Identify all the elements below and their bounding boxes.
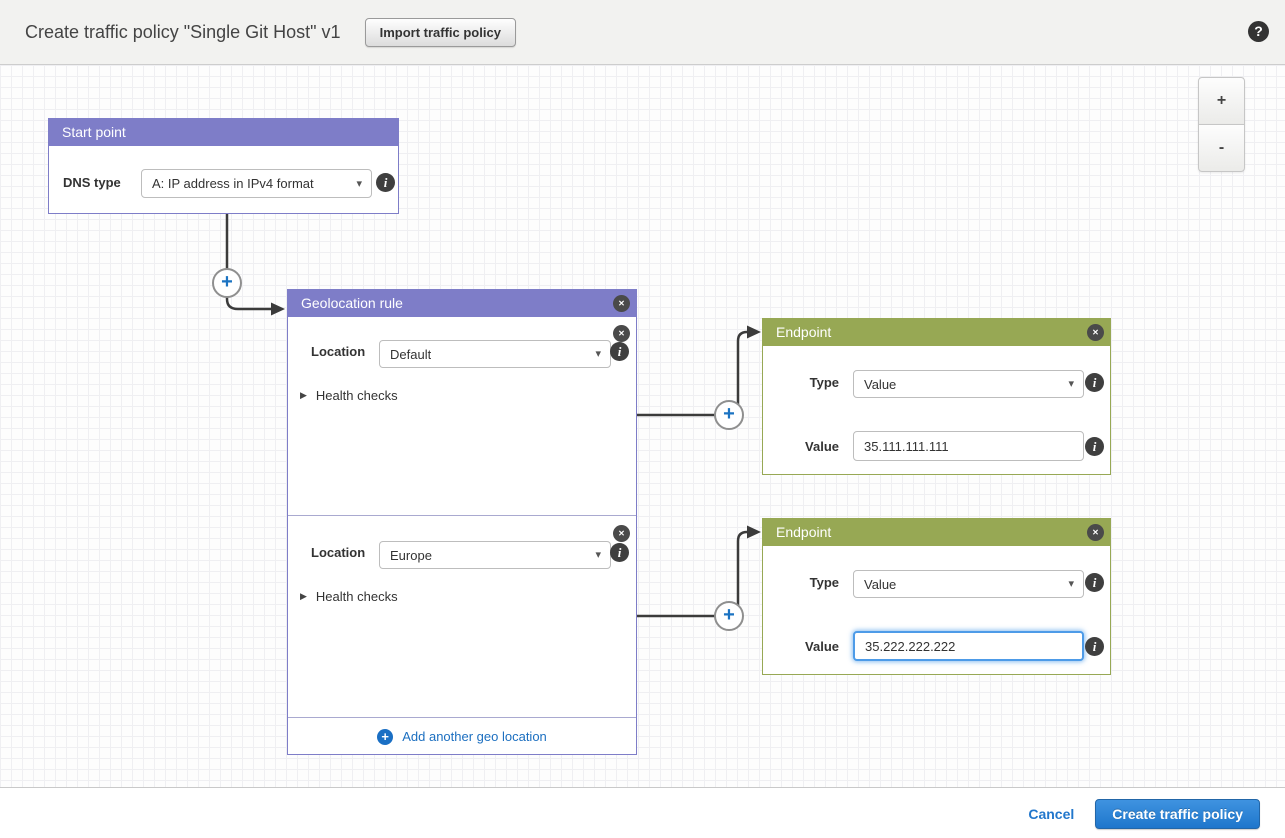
plus-icon: + (221, 272, 233, 292)
add-endpoint-connector-button-1[interactable]: + (714, 400, 744, 430)
dns-type-label: DNS type (63, 175, 121, 190)
plus-circle-icon: + (377, 729, 393, 745)
traffic-policy-editor: Create traffic policy "Single Git Host" … (0, 0, 1285, 838)
cancel-link[interactable]: Cancel (1028, 806, 1074, 822)
plus-icon: + (723, 605, 735, 625)
endpoint-value-label: Value (783, 439, 839, 454)
chevron-down-icon: ▾ (1068, 377, 1074, 390)
create-traffic-policy-button[interactable]: Create traffic policy (1095, 799, 1260, 829)
endpoint-type-value: Value (864, 377, 896, 392)
dns-type-select[interactable]: A: IP address in IPv4 format ▾ (141, 169, 372, 198)
endpoint-value-input-focused[interactable] (853, 631, 1084, 661)
endpoint-value-label: Value (783, 639, 839, 654)
dns-type-value: A: IP address in IPv4 format (152, 176, 314, 191)
plus-icon: + (723, 404, 735, 424)
bottom-action-bar: Cancel Create traffic policy (0, 789, 1285, 838)
close-icon[interactable]: ✕ (1087, 524, 1104, 541)
chevron-down-icon: ▾ (595, 347, 601, 360)
endpoint-header: Endpoint ✕ (763, 519, 1110, 546)
geo-section-europe: ✕ Location Europe ▾ i ▶ Health checks (288, 515, 636, 717)
zoom-in-button[interactable]: + (1198, 77, 1245, 125)
start-point-header: Start point (49, 119, 398, 146)
chevron-down-icon: ▾ (356, 176, 362, 189)
health-checks-label: Health checks (316, 589, 398, 604)
endpoint-title: Endpoint (776, 524, 831, 540)
endpoint-type-label: Type (783, 375, 839, 390)
endpoint-value-info-icon[interactable]: i (1085, 437, 1104, 456)
location-select-europe[interactable]: Europe ▾ (379, 541, 611, 569)
triangle-right-icon: ▶ (300, 390, 307, 401)
endpoint-node-2: Endpoint ✕ Type Value ▾ i Value i (762, 518, 1111, 675)
location-value: Europe (390, 548, 432, 563)
endpoint-header: Endpoint ✕ (763, 319, 1110, 346)
add-geo-location-button[interactable]: + Add another geo location (288, 717, 636, 755)
location-value: Default (390, 347, 431, 362)
location-info-icon[interactable]: i (610, 543, 629, 562)
zoom-out-button[interactable]: - (1198, 124, 1245, 172)
endpoint-type-select[interactable]: Value ▾ (853, 570, 1084, 598)
geolocation-rule-header: Geolocation rule ✕ (288, 290, 636, 317)
geo-section-default: ✕ Location Default ▾ i ▶ Health checks (288, 317, 636, 515)
health-checks-toggle[interactable]: ▶ Health checks (300, 589, 398, 604)
health-checks-toggle[interactable]: ▶ Health checks (300, 388, 398, 403)
top-bar: Create traffic policy "Single Git Host" … (0, 0, 1285, 65)
start-point-node: Start point DNS type A: IP address in IP… (48, 118, 399, 214)
canvas-zoom-controls: + - (1198, 77, 1245, 172)
add-geo-location-label: Add another geo location (402, 729, 547, 744)
close-icon[interactable]: ✕ (613, 325, 630, 342)
location-info-icon[interactable]: i (610, 342, 629, 361)
endpoint-type-select[interactable]: Value ▾ (853, 370, 1084, 398)
endpoint-value-info-icon[interactable]: i (1085, 637, 1104, 656)
endpoint-type-info-icon[interactable]: i (1085, 573, 1104, 592)
endpoint-type-value: Value (864, 577, 896, 592)
chevron-down-icon: ▾ (595, 548, 601, 561)
location-select-default[interactable]: Default ▾ (379, 340, 611, 368)
policy-canvas[interactable]: + - Start point DNS type A: IP address i… (0, 65, 1285, 788)
endpoint-node-1: Endpoint ✕ Type Value ▾ i Value i (762, 318, 1111, 475)
geolocation-rule-node: Geolocation rule ✕ ✕ Location Default ▾ … (287, 289, 637, 755)
endpoint-type-info-icon[interactable]: i (1085, 373, 1104, 392)
chevron-down-icon: ▾ (1068, 577, 1074, 590)
endpoint-title: Endpoint (776, 324, 831, 340)
endpoint-value-input[interactable] (853, 431, 1084, 461)
dns-type-info-icon[interactable]: i (376, 173, 395, 192)
import-traffic-policy-button[interactable]: Import traffic policy (365, 18, 516, 47)
help-icon[interactable]: ? (1248, 21, 1269, 42)
health-checks-label: Health checks (316, 388, 398, 403)
triangle-right-icon: ▶ (300, 591, 307, 602)
page-title: Create traffic policy "Single Git Host" … (25, 22, 341, 43)
location-label: Location (311, 344, 365, 359)
start-point-title: Start point (62, 124, 126, 140)
add-rule-connector-button[interactable]: + (212, 268, 242, 298)
close-icon[interactable]: ✕ (613, 295, 630, 312)
add-endpoint-connector-button-2[interactable]: + (714, 601, 744, 631)
location-label: Location (311, 545, 365, 560)
endpoint-type-label: Type (783, 575, 839, 590)
close-icon[interactable]: ✕ (613, 525, 630, 542)
close-icon[interactable]: ✕ (1087, 324, 1104, 341)
geolocation-rule-title: Geolocation rule (301, 295, 403, 311)
